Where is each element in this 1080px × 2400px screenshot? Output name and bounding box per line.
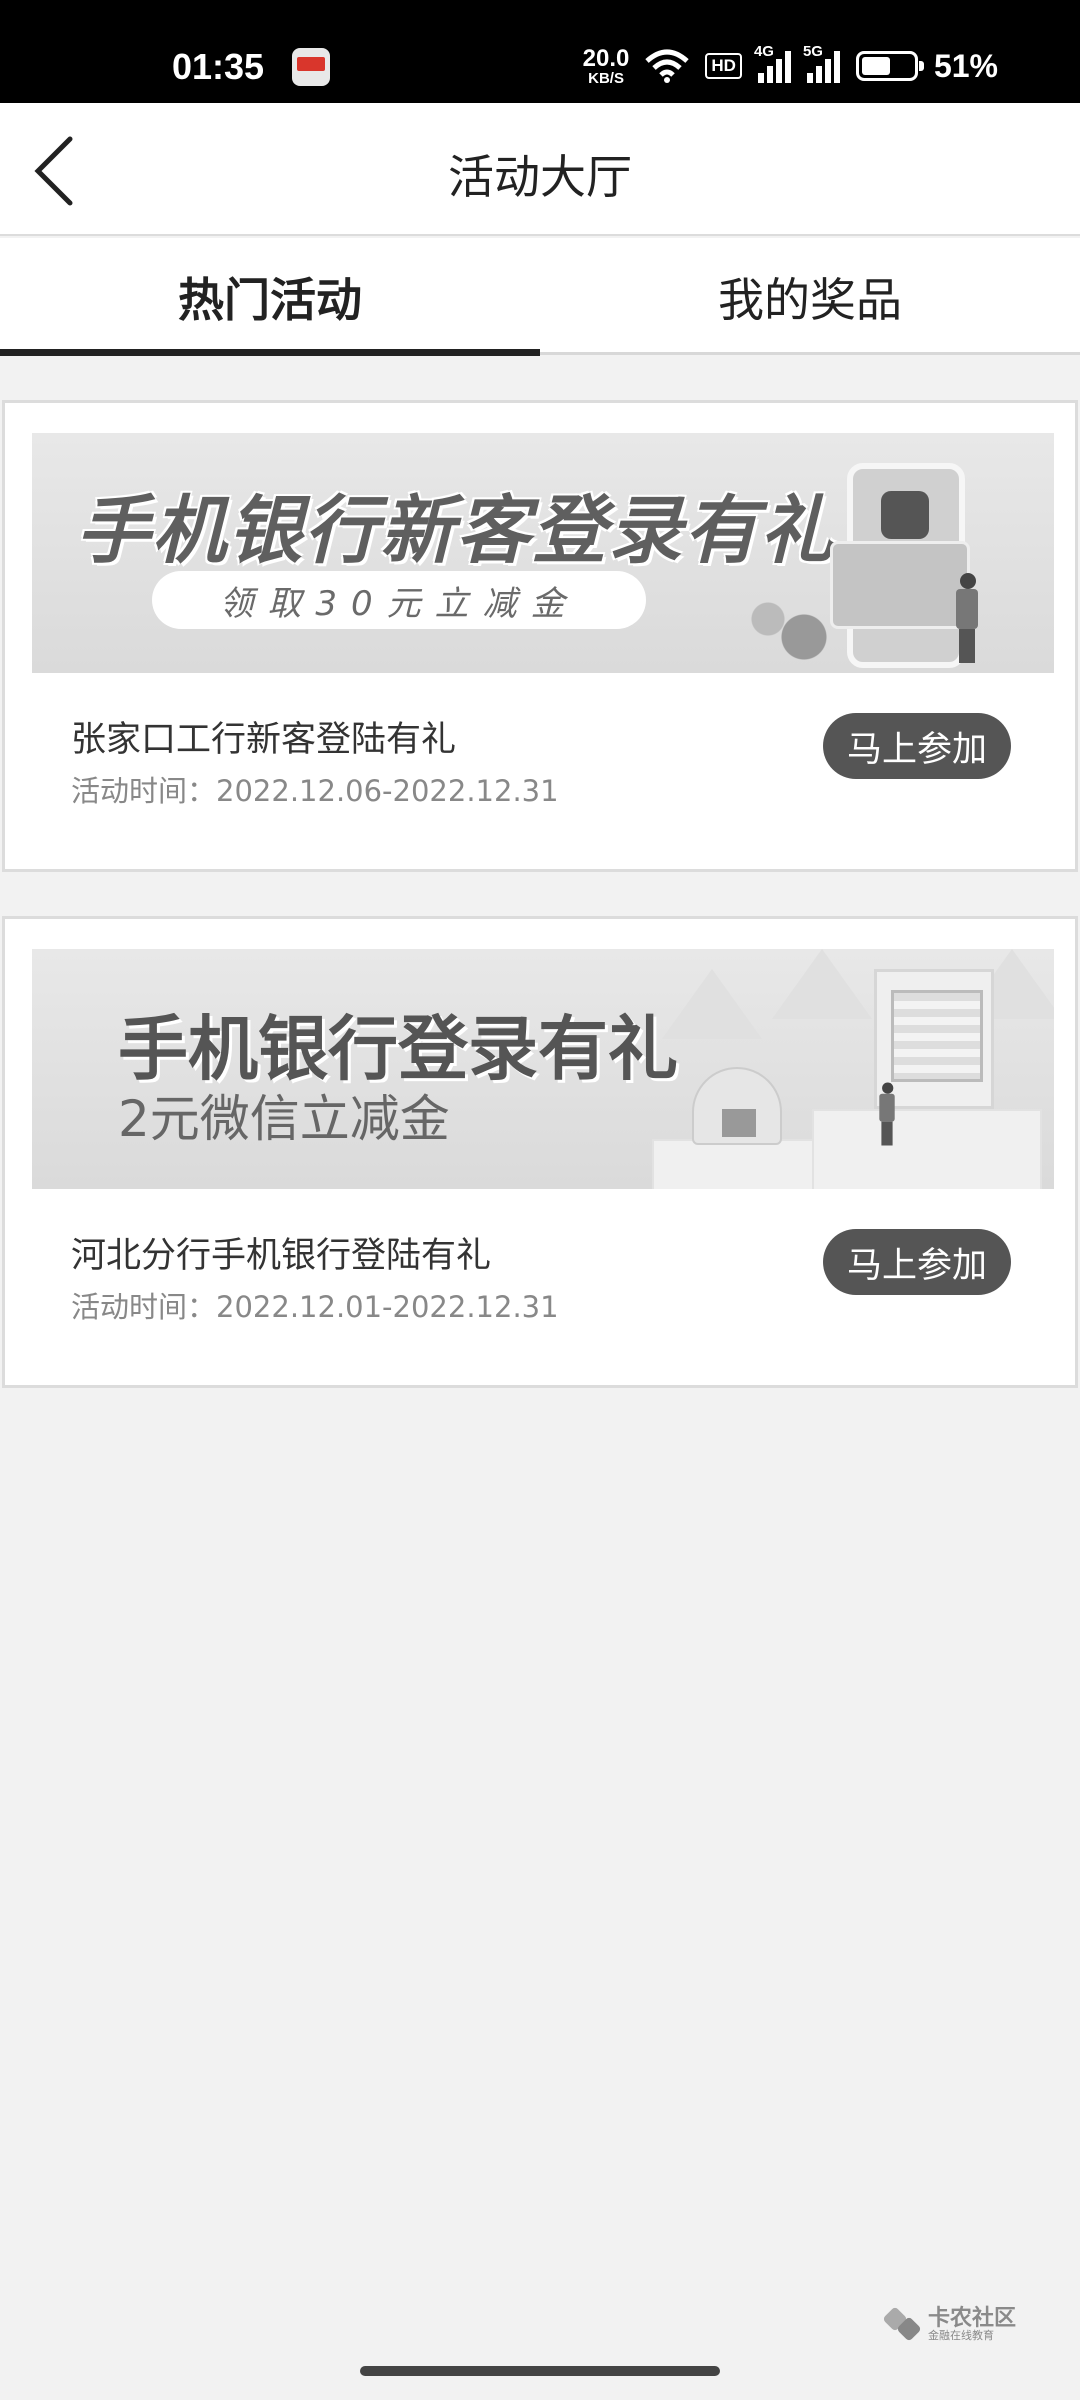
bank-card-illustration (830, 541, 970, 629)
tab-bar: 热门活动 我的奖品 (0, 238, 1080, 356)
arrow-decoration (772, 949, 872, 1019)
page-title: 活动大厅 (448, 150, 632, 204)
activity-time-label: 活动时间： (71, 1290, 217, 1324)
activity-card[interactable]: 手机银行新客登录有礼 领取30元立减金 张家口工行新客登陆有礼 活动时间：202… (2, 400, 1078, 872)
sim1-network-type: 4G (753, 43, 774, 60)
pedestal-illustration (812, 1109, 1042, 1189)
status-time: 01:35 (172, 46, 265, 87)
watermark-logo-icon (886, 2306, 922, 2342)
activity-banner[interactable]: 手机银行登录有礼 2元微信立减金 (32, 949, 1054, 1189)
app-header: 活动大厅 (0, 103, 1080, 236)
status-bar: 01:35 20.0 KB/S HD 4G 5G 51% (0, 0, 1080, 103)
tab-hot-activities[interactable]: 热门活动 (0, 238, 540, 355)
notification-app-icon (292, 48, 330, 86)
active-tab-indicator (0, 349, 540, 356)
activity-time: 活动时间：2022.12.06-2022.12.31 (71, 768, 559, 810)
battery-percent: 51% (933, 47, 998, 84)
battery-icon (855, 51, 924, 81)
person-illustration (952, 573, 982, 663)
person-illustration (877, 1082, 898, 1146)
pedestal-illustration (652, 1139, 822, 1189)
activity-time: 活动时间：2022.12.01-2022.12.31 (71, 1284, 559, 1326)
activity-card[interactable]: 手机银行登录有礼 2元微信立减金 河北分行手机银行登陆有礼 活动时间：2022.… (2, 916, 1078, 1388)
network-speed-value: 20.0 (582, 44, 630, 72)
watermark-name: 卡农社区 (927, 2305, 1016, 2331)
join-now-button[interactable]: 马上参加 (823, 1229, 1011, 1295)
activity-title: 河北分行手机银行登陆有礼 (71, 1236, 492, 1276)
home-indicator[interactable] (360, 2366, 720, 2376)
activity-time-range: 2022.12.06-2022.12.31 (216, 774, 559, 808)
watermark-tagline: 金融在线教育 (927, 2328, 994, 2342)
banner-subtitle: 领取30元立减金 (152, 571, 646, 629)
activity-banner[interactable]: 手机银行新客登录有礼 领取30元立减金 (32, 433, 1054, 673)
sim1-signal-icon: 4G (754, 43, 791, 83)
activity-time-range: 2022.12.01-2022.12.31 (216, 1290, 559, 1324)
watermark-text: 卡农社区 金融在线教育 (928, 2307, 1016, 2342)
join-now-button[interactable]: 马上参加 (823, 713, 1011, 779)
tab-my-prizes[interactable]: 我的奖品 (540, 238, 1080, 355)
wifi-icon (645, 49, 690, 83)
activity-title: 张家口工行新客登陆有礼 (71, 720, 457, 760)
watermark: 卡农社区 金融在线教育 (886, 2306, 1016, 2342)
banner-subtitle: 2元微信立减金 (118, 1090, 450, 1148)
sim2-signal-icon: 5G (803, 43, 840, 83)
activity-time-label: 活动时间： (71, 774, 217, 808)
hd-voice-icon: HD (705, 52, 742, 80)
banner-title: 手机银行新客登录有礼 (76, 488, 836, 574)
status-icons: 20.0 KB/S HD 4G 5G 51% (582, 43, 998, 87)
gift-dome-illustration (692, 1067, 782, 1145)
network-speed: 20.0 KB/S (582, 44, 630, 87)
network-speed-unit: KB/S (588, 69, 624, 87)
sim2-network-type: 5G (802, 43, 823, 60)
